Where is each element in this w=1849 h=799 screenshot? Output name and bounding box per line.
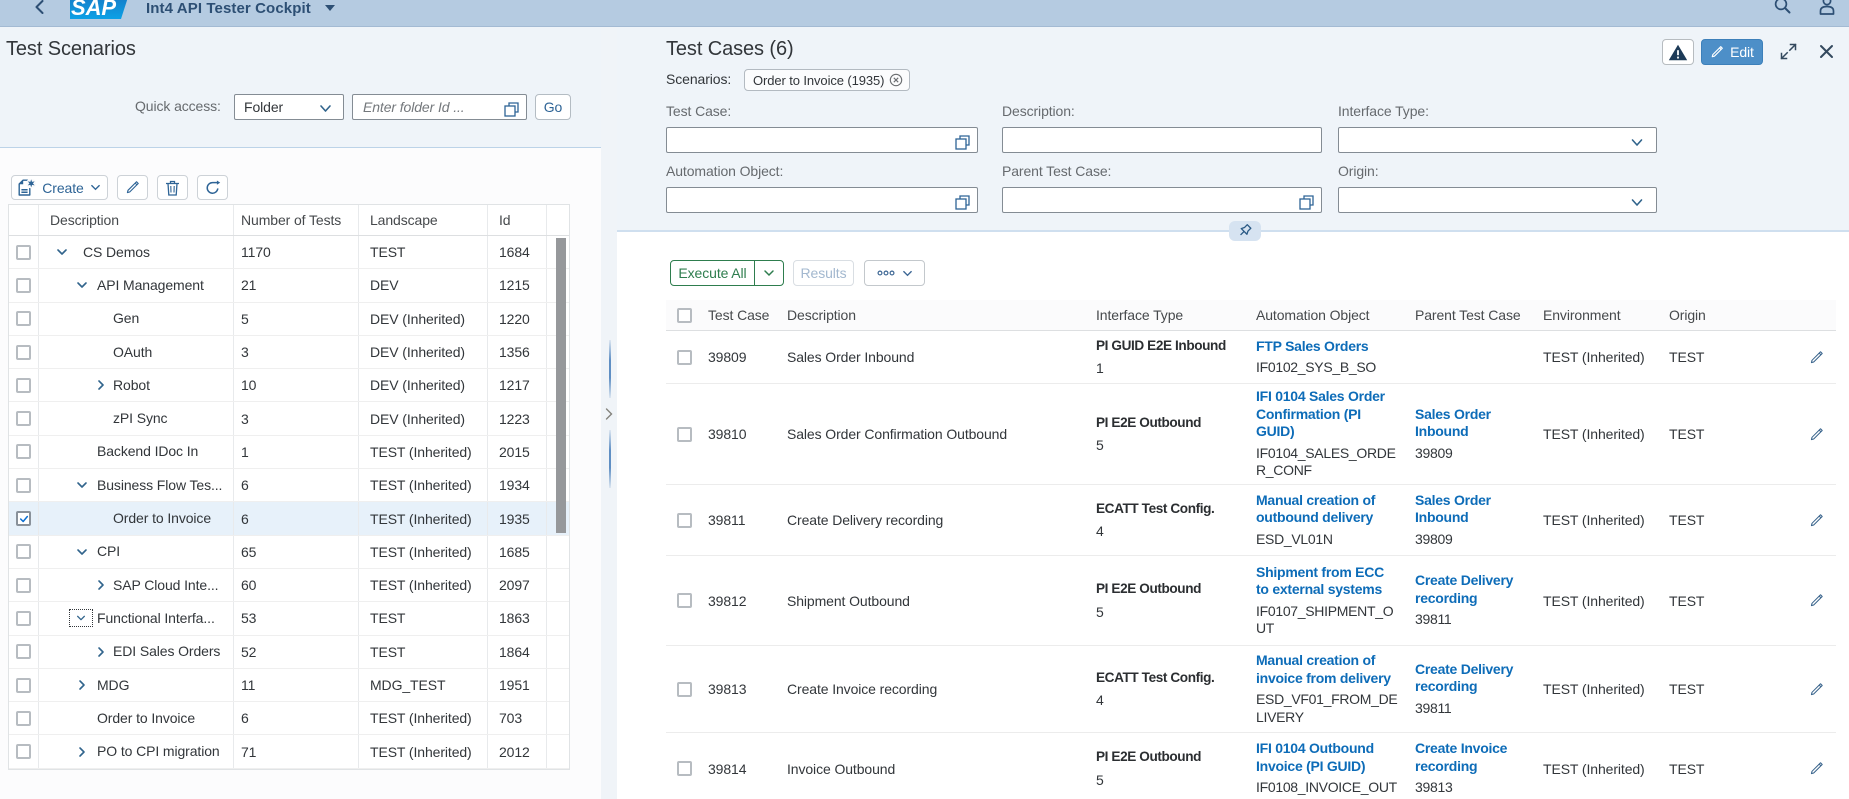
- svg-text:SAP: SAP: [71, 0, 116, 19]
